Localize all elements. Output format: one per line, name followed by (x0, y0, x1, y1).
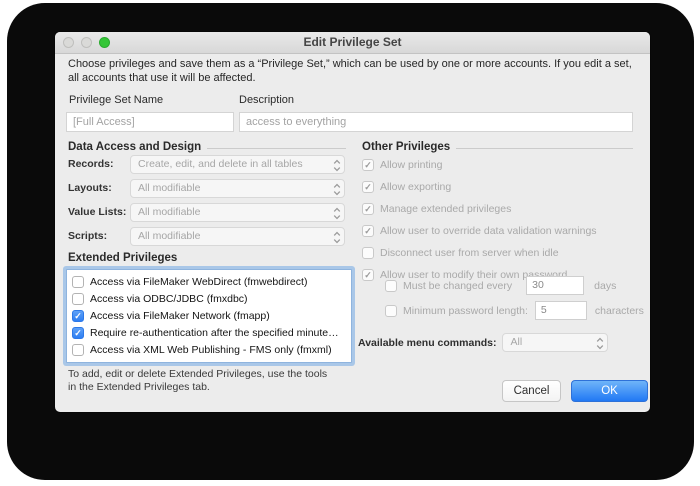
extended-privileges-header: Extended Privileges (68, 252, 178, 264)
password-length-row: Minimum password length: 5 characters (385, 301, 644, 320)
privilege-set-name-label: Privilege Set Name (69, 94, 164, 106)
stepper-icon (596, 337, 604, 350)
fmapp-row[interactable]: ✓ Access via FileMaker Network (fmapp) (67, 307, 351, 324)
fmxml-checkbox[interactable] (72, 343, 84, 356)
reauth-checkbox[interactable]: ✓ (72, 326, 84, 339)
layouts-label: Layouts: (68, 182, 112, 194)
close-button (63, 37, 74, 48)
disconnect-idle-label: Disconnect user from server when idle (380, 246, 559, 259)
menu-commands-label: Available menu commands: (358, 336, 497, 349)
fmapp-label: Access via FileMaker Network (fmapp) (90, 309, 270, 322)
manage-extended-checkbox: ✓ (362, 202, 374, 215)
fmxdbc-checkbox[interactable] (72, 292, 84, 305)
exporting-label: Allow exporting (380, 180, 452, 193)
printing-checkbox: ✓ (362, 158, 374, 171)
min-length-checkbox (385, 304, 397, 317)
password-length-input: 5 (534, 301, 587, 320)
zoom-button[interactable] (99, 37, 110, 48)
min-length-label: Minimum password length: (403, 304, 528, 317)
description-label: Description (239, 94, 295, 106)
printing-row: ✓ Allow printing (362, 158, 644, 171)
manage-extended-label: Manage extended privileges (380, 202, 512, 215)
titlebar[interactable]: Edit Privilege Set (55, 32, 650, 54)
value-lists-row: Value Lists: All modifiable (68, 203, 345, 222)
records-row: Records: Create, edit, and delete in all … (68, 155, 345, 174)
scripts-select: All modifiable (130, 227, 345, 246)
printing-label: Allow printing (380, 158, 443, 171)
cancel-button[interactable]: Cancel (502, 380, 561, 402)
fmwebdirect-row[interactable]: Access via FileMaker WebDirect (fmwebdir… (67, 273, 351, 290)
scripts-label: Scripts: (68, 230, 108, 242)
fmapp-checkbox[interactable]: ✓ (72, 309, 84, 322)
scripts-row: Scripts: All modifiable (68, 227, 345, 246)
intro-text: Choose privileges and save them as a “Pr… (68, 58, 632, 84)
exporting-checkbox: ✓ (362, 180, 374, 193)
edit-privilege-set-dialog: Edit Privilege Set Choose privileges and… (55, 32, 650, 412)
menu-commands-select: All (502, 333, 608, 352)
exporting-row: ✓ Allow exporting (362, 180, 644, 193)
must-change-checkbox (385, 279, 397, 292)
layouts-select: All modifiable (130, 179, 345, 198)
stepper-icon (333, 207, 341, 220)
privilege-set-name-input: [Full Access] (66, 112, 234, 132)
value-lists-label: Value Lists: (68, 206, 127, 218)
password-change-days-input: 30 (526, 276, 585, 295)
disconnect-idle-checkbox (362, 246, 374, 259)
other-privileges-rows: ✓ Allow printing ✓ Allow exporting ✓ Manage e… (362, 158, 644, 290)
password-change-row: Must be changed every 30 days (385, 276, 616, 295)
fmwebdirect-label: Access via FileMaker WebDirect (fmwebdir… (90, 275, 308, 288)
must-change-label: Must be changed every (403, 279, 513, 292)
traffic-lights (63, 37, 110, 48)
other-privileges-header: Other Privileges (362, 141, 633, 153)
stepper-icon (333, 231, 341, 244)
data-access-header: Data Access and Design (68, 141, 346, 153)
days-unit-label: days (594, 279, 617, 292)
extended-privileges-footnote: To add, edit or delete Extended Privileg… (68, 368, 328, 393)
value-lists-select: All modifiable (130, 203, 345, 222)
characters-unit-label: characters (594, 304, 644, 317)
stepper-icon (333, 159, 341, 172)
reauth-row[interactable]: ✓ Require re-authentication after the spe… (67, 324, 351, 341)
menu-commands-row: Available menu commands: All (358, 333, 608, 352)
data-access-rows: Records: Create, edit, and delete in all … (68, 155, 345, 251)
layouts-row: Layouts: All modifiable (68, 179, 345, 198)
override-validation-label: Allow user to override data validation w… (380, 224, 597, 237)
disconnect-idle-row: Disconnect user from server when idle (362, 246, 644, 259)
ok-button[interactable]: OK (571, 380, 648, 402)
fmxdbc-label: Access via ODBC/JDBC (fmxdbc) (90, 292, 248, 305)
override-validation-checkbox: ✓ (362, 224, 374, 237)
window-title: Edit Privilege Set (303, 35, 402, 49)
reauth-label: Require re-authentication after the spec… (90, 326, 339, 339)
records-select: Create, edit, and delete in all tables (130, 155, 345, 174)
fmxml-row[interactable]: Access via XML Web Publishing - FMS only… (67, 341, 351, 358)
extended-privileges-list[interactable]: Access via FileMaker WebDirect (fmwebdir… (66, 269, 352, 363)
fmxdbc-row[interactable]: Access via ODBC/JDBC (fmxdbc) (67, 290, 351, 307)
description-input: access to everything (239, 112, 633, 132)
modify-password-checkbox: ✓ (362, 268, 374, 281)
override-validation-row: ✓ Allow user to override data validation … (362, 224, 644, 237)
minimize-button (81, 37, 92, 48)
manage-extended-row: ✓ Manage extended privileges (362, 202, 644, 215)
stepper-icon (333, 183, 341, 196)
fmxml-label: Access via XML Web Publishing - FMS only… (90, 343, 332, 356)
fmwebdirect-checkbox[interactable] (72, 275, 84, 288)
records-label: Records: (68, 158, 114, 170)
